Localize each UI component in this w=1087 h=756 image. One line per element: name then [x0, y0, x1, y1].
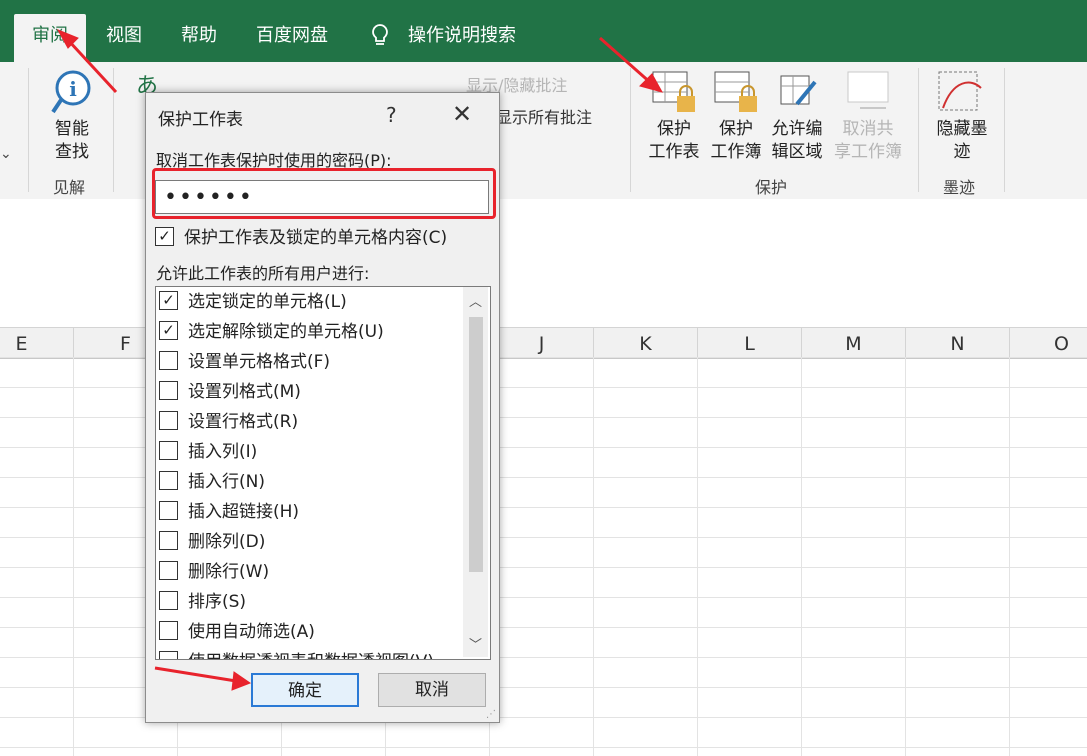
- arrow-to-protect-sheet: [599, 36, 653, 86]
- arrowhead: [231, 671, 252, 691]
- annotation-arrows: [56, 29, 664, 691]
- arrow-to-review-tab: [66, 38, 118, 94]
- arrow-to-ok-button: [154, 666, 237, 683]
- arrowhead: [56, 29, 79, 49]
